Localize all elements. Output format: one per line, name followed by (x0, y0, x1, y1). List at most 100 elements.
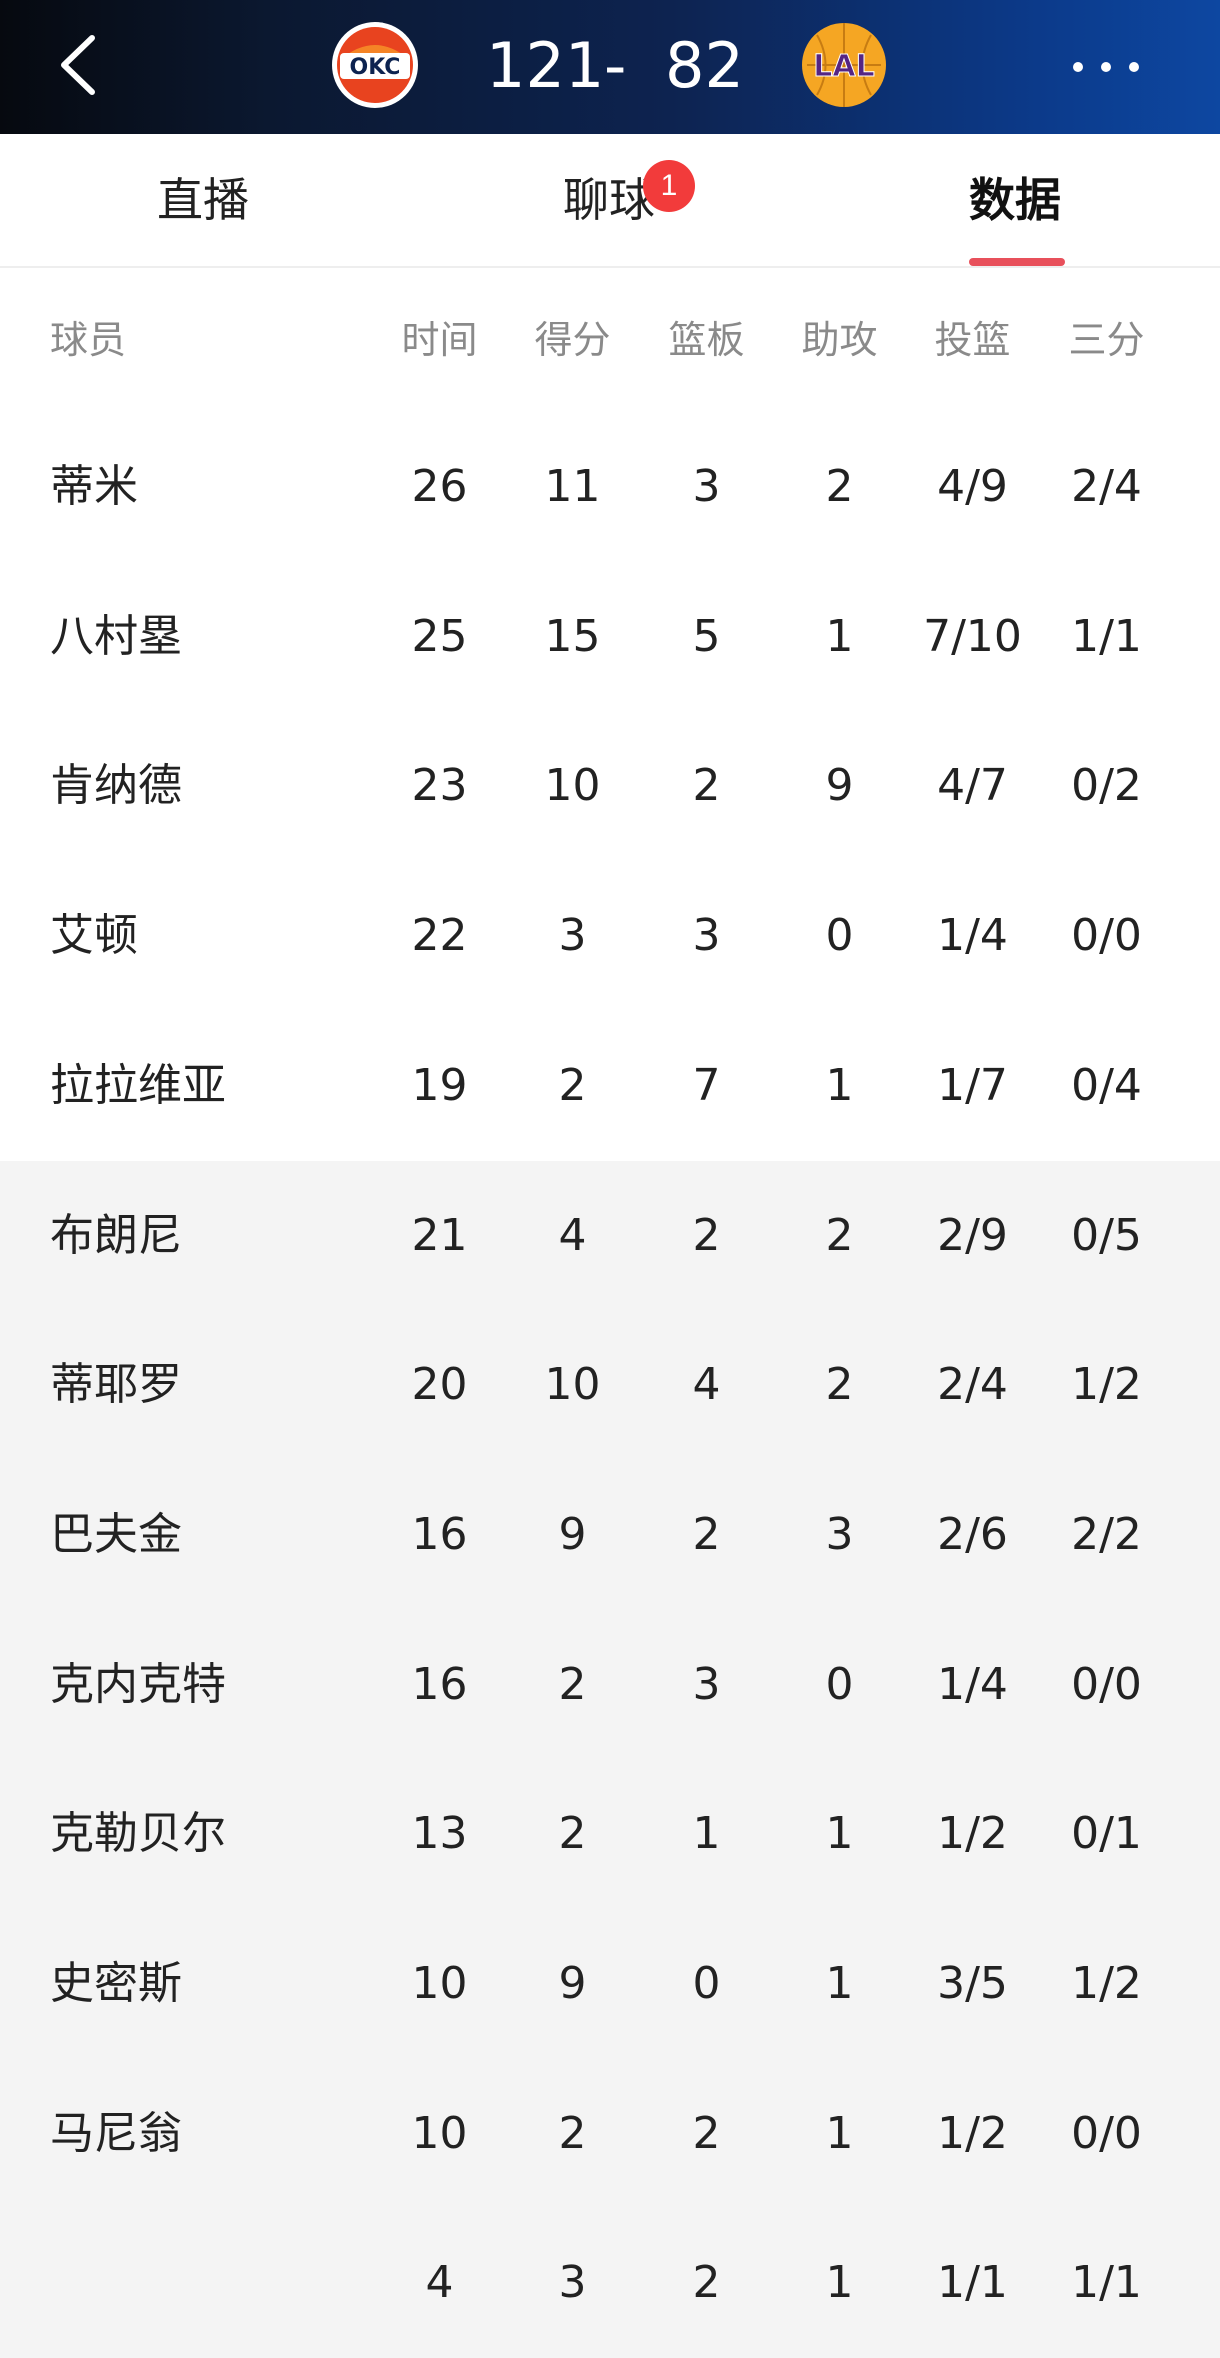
stat-minutes: 16 (411, 1508, 468, 1560)
score-separator: - (604, 29, 627, 102)
more-dots-icon (1073, 62, 1139, 72)
stat-minutes: 4 (425, 2257, 454, 2309)
player-name[interactable]: 马尼翁 (50, 2059, 350, 2209)
stat-three-pointers: 2/4 (1071, 461, 1142, 512)
stats-table-header: 球员 时间 得分 篮板 助攻 投篮 三分 罚 (0, 268, 1220, 412)
column-header-minutes[interactable]: 时间 (373, 268, 506, 412)
back-button[interactable] (52, 32, 108, 98)
column-header-points[interactable]: 得分 (506, 268, 639, 412)
stat-rebounds: 1 (692, 1808, 721, 1860)
player-name[interactable]: 八村塁 (50, 562, 350, 712)
player-row[interactable]: 布朗尼 21 4 2 2 2/9 0/5 0 (0, 1160, 1220, 1311)
column-header-three-pointers[interactable]: 三分 (1040, 268, 1173, 412)
player-name[interactable]: 布朗尼 (50, 1161, 350, 1311)
stat-points: 15 (544, 610, 601, 662)
stat-assists: 1 (825, 2257, 854, 2309)
stat-three-pointers: 0/0 (1071, 1658, 1142, 1710)
stat-free-throws: 3 (1173, 1460, 1220, 1610)
stat-rebounds: 3 (692, 910, 721, 962)
stat-assists: 2 (825, 461, 854, 512)
stat-free-throws: 1 (1173, 861, 1220, 1011)
stat-points: 10 (544, 760, 601, 812)
stat-field-goals: 4/9 (937, 461, 1008, 512)
stat-field-goals: 2/6 (937, 1508, 1008, 1560)
stat-assists: 2 (825, 1359, 854, 1411)
column-header-free-throws[interactable]: 罚 (1173, 268, 1220, 412)
player-row[interactable]: 八村塁 25 15 5 1 7/10 1/1 0 (0, 561, 1220, 712)
player-row[interactable]: 克勒贝尔 13 2 1 1 1/2 0/1 0 (0, 1759, 1220, 1909)
stat-free-throws: 1 (1173, 412, 1220, 562)
stat-rebounds: 2 (692, 760, 721, 812)
player-name[interactable]: 拉拉维亚 (50, 1011, 350, 1161)
stat-points: 2 (558, 1059, 587, 1111)
stat-rebounds: 2 (692, 2257, 721, 2309)
stat-assists: 1 (825, 1808, 854, 1860)
home-score: 121 (486, 29, 605, 102)
away-team-logo[interactable]: LAL (799, 20, 889, 110)
more-options-button[interactable] (1068, 52, 1144, 82)
player-row[interactable]: 肯纳德 23 10 2 9 4/7 0/2 2 (0, 711, 1220, 862)
back-arrow-icon (61, 35, 95, 95)
stat-three-pointers: 0/2 (1071, 760, 1142, 812)
player-name[interactable]: 肯纳德 (50, 711, 350, 861)
stat-field-goals: 1/2 (937, 1808, 1008, 1860)
column-header-rebounds[interactable]: 篮板 (640, 268, 773, 412)
stat-free-throws: 0 (1173, 1610, 1220, 1760)
player-name[interactable]: 巴夫金 (50, 1460, 350, 1610)
player-name[interactable]: 蒂耶罗 (50, 1310, 350, 1460)
stat-free-throws: 0 (1173, 2059, 1220, 2209)
stat-minutes: 19 (411, 1059, 468, 1111)
stat-rebounds: 4 (692, 1359, 721, 1411)
stat-assists: 0 (825, 910, 854, 962)
player-name[interactable]: 克内克特 (50, 1610, 350, 1760)
stat-assists: 0 (825, 1658, 854, 1710)
scoreboard-header: OKC 121 - 82 LAL (0, 0, 1220, 134)
stat-field-goals: 2/9 (937, 1209, 1008, 1261)
stat-points: 2 (558, 1658, 587, 1710)
player-row[interactable]: 蒂耶罗 20 10 4 2 2/4 1/2 5 (0, 1310, 1220, 1460)
player-row[interactable]: 拉拉维亚 19 2 7 1 1/7 0/4 0 (0, 1010, 1220, 1161)
stat-rebounds: 3 (692, 461, 721, 512)
column-header-field-goals[interactable]: 投篮 (906, 268, 1039, 412)
player-row[interactable]: 马尼翁 10 2 2 1 1/2 0/0 0 (0, 2058, 1220, 2209)
column-header-assists[interactable]: 助攻 (773, 268, 906, 412)
player-row[interactable]: 克内克特 16 2 3 0 1/4 0/0 0 (0, 1609, 1220, 1760)
player-row[interactable]: 蒂米 26 11 3 2 4/9 2/4 1 (0, 412, 1220, 562)
stat-minutes: 16 (411, 1658, 468, 1710)
stat-points: 3 (558, 910, 587, 962)
stat-three-pointers: 1/2 (1071, 1958, 1142, 2009)
stat-three-pointers: 2/2 (1071, 1508, 1142, 1560)
stat-free-throws: 0 (1173, 1011, 1220, 1161)
stat-assists: 3 (825, 1508, 854, 1560)
stat-points: 2 (558, 2107, 587, 2159)
stat-three-pointers: 0/1 (1071, 1808, 1142, 1860)
player-row[interactable]: 4 3 2 1 1/1 1/1 0 (0, 2208, 1220, 2358)
column-header-player: 球员 (50, 318, 127, 362)
player-name[interactable]: 艾顿 (50, 861, 350, 1011)
stat-minutes: 26 (411, 461, 468, 512)
home-team-abbr: OKC (350, 55, 401, 80)
tab-stats[interactable]: 数据 (915, 134, 1115, 266)
player-row[interactable]: 艾顿 22 3 3 0 1/4 0/0 1 (0, 861, 1220, 1011)
stat-three-pointers: 1/1 (1071, 610, 1142, 662)
stat-minutes: 21 (411, 1209, 468, 1261)
stat-points: 11 (544, 461, 601, 512)
player-name[interactable]: 蒂米 (50, 412, 350, 562)
player-name[interactable]: 克勒贝尔 (50, 1759, 350, 1909)
tab-bar: 直播 聊球 1 数据 (0, 134, 1220, 268)
stat-free-throws: 2 (1173, 711, 1220, 861)
player-row[interactable]: 史密斯 10 9 0 1 3/5 1/2 2 (0, 1909, 1220, 2059)
stat-three-pointers: 0/0 (1071, 910, 1142, 962)
stat-minutes: 25 (411, 610, 468, 662)
stat-minutes: 10 (411, 2107, 468, 2159)
player-name[interactable]: 史密斯 (50, 1909, 350, 2059)
stat-field-goals: 1/2 (937, 2107, 1008, 2159)
player-row[interactable]: 巴夫金 16 9 2 3 2/6 2/2 3 (0, 1459, 1220, 1610)
stat-field-goals: 4/7 (937, 760, 1008, 812)
tab-live[interactable]: 直播 (103, 134, 303, 266)
stat-field-goals: 7/10 (923, 610, 1022, 662)
player-name[interactable] (50, 2208, 350, 2358)
stat-assists: 1 (825, 2107, 854, 2159)
stat-free-throws: 0 (1173, 1161, 1220, 1311)
home-team-logo[interactable]: OKC (330, 20, 420, 110)
